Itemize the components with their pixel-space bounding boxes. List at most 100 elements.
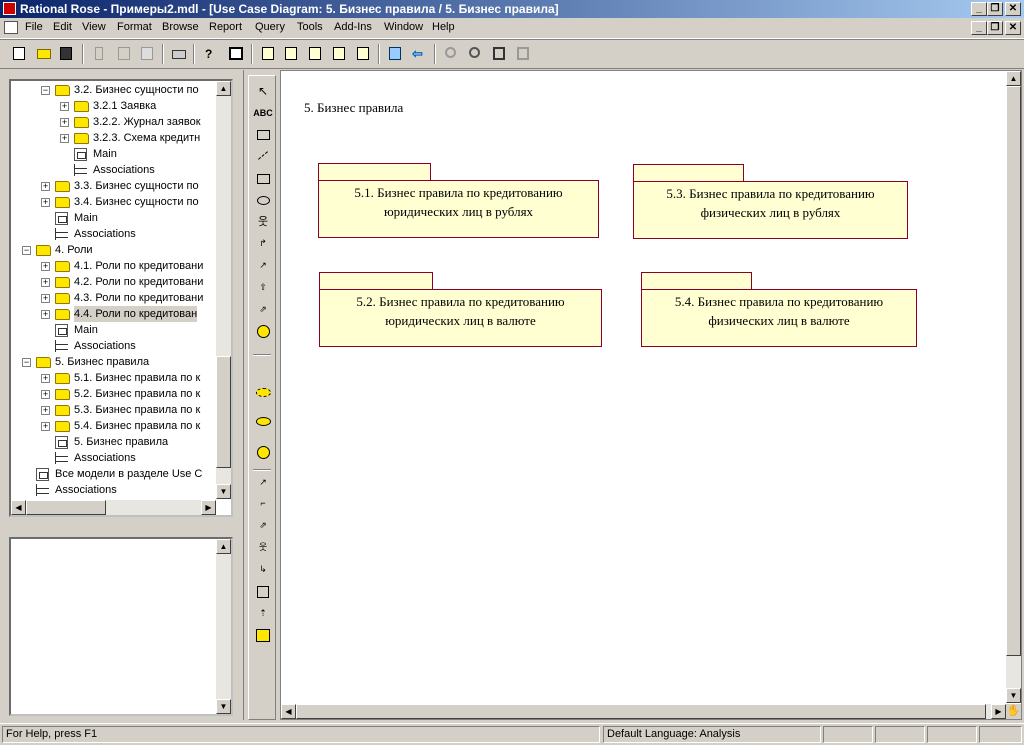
tree-expander-icon[interactable]: + <box>41 262 50 271</box>
canvas-scroll-down-button[interactable]: ▼ <box>1006 688 1021 703</box>
business-entity-tool-icon[interactable] <box>253 626 273 644</box>
tree-expander-icon[interactable]: + <box>41 374 50 383</box>
copy-icon[interactable] <box>114 44 134 64</box>
fit-in-window-icon[interactable] <box>489 44 509 64</box>
package-tool-icon[interactable] <box>253 169 273 187</box>
doc-scroll-down-button[interactable]: ▼ <box>216 699 231 714</box>
canvas-vscroll-thumb[interactable] <box>1006 86 1021 656</box>
scroll-right-button[interactable]: ▶ <box>201 500 216 515</box>
tree-expander-icon[interactable]: + <box>60 134 69 143</box>
canvas-hscroll-thumb[interactable] <box>296 704 986 719</box>
print-icon[interactable] <box>168 44 188 64</box>
include-tool-icon[interactable]: ⇗ <box>253 516 273 534</box>
minimize-button[interactable]: _ <box>971 2 987 16</box>
canvas-horizontal-scrollbar[interactable]: ◀ ▶ <box>281 704 1006 719</box>
dependency-tool-icon[interactable]: ↗ <box>253 256 273 274</box>
browse-interaction-diagram-icon[interactable] <box>281 44 301 64</box>
canvas-scroll-up-button[interactable]: ▲ <box>1006 71 1021 86</box>
save-icon[interactable] <box>56 44 76 64</box>
documentation-pane[interactable]: ▲ ▼ <box>9 537 233 716</box>
view-documentation-icon[interactable] <box>225 44 245 64</box>
business-use-case-realization-tool-icon[interactable] <box>253 412 273 430</box>
actor-tool-icon[interactable]: 웃 <box>253 213 273 231</box>
business-worker-tool-icon[interactable] <box>253 443 273 461</box>
menu-view[interactable]: View <box>82 21 106 33</box>
menu-edit[interactable]: Edit <box>53 21 72 33</box>
tree-expander-icon[interactable]: + <box>41 182 50 191</box>
restore-button[interactable]: ❐ <box>987 2 1003 16</box>
tree-vertical-scrollbar[interactable]: ▲ ▼ <box>216 81 231 499</box>
mdi-restore-button[interactable]: ❐ <box>987 21 1003 35</box>
actor-small-tool-icon[interactable]: 웃 <box>253 538 273 556</box>
mdi-minimize-button[interactable]: _ <box>971 21 987 35</box>
browse-previous-icon[interactable]: ⇦ <box>409 44 429 64</box>
new-icon[interactable] <box>9 44 29 64</box>
menu-query[interactable]: Query <box>255 21 285 33</box>
zoom-in-icon[interactable] <box>441 44 461 64</box>
unidirectional-association-tool-icon[interactable]: ↱ <box>253 234 273 252</box>
tree-expander-icon[interactable]: + <box>41 390 50 399</box>
close-button[interactable]: ✕ <box>1005 2 1021 16</box>
menu-window[interactable]: Window <box>384 21 423 33</box>
tree-expander-icon[interactable]: + <box>60 102 69 111</box>
cut-icon[interactable] <box>89 44 109 64</box>
menu-tools[interactable]: Tools <box>297 21 323 33</box>
mdi-close-button[interactable]: ✕ <box>1005 21 1021 35</box>
tree-expander-icon[interactable]: − <box>22 246 31 255</box>
hscroll-thumb[interactable] <box>26 500 106 515</box>
generalization-tool-icon[interactable]: ⇧ <box>253 278 273 296</box>
tree-expander-icon[interactable]: + <box>60 118 69 127</box>
document-system-menu-icon[interactable] <box>4 21 18 34</box>
selection-tool-icon[interactable]: ↖ <box>253 82 273 100</box>
business-use-case-tool-icon[interactable] <box>253 383 273 401</box>
canvas-scroll-right-button[interactable]: ▶ <box>991 704 1006 719</box>
undo-fit-icon[interactable] <box>513 44 533 64</box>
menu-file[interactable]: File <box>25 21 43 33</box>
browse-parent-icon[interactable] <box>385 44 405 64</box>
diagram-canvas[interactable]: 5. Бизнес правила 5.1. Бизнес правила по… <box>280 70 1022 720</box>
tree-expander-icon[interactable]: + <box>41 310 50 319</box>
doc-scroll-up-button[interactable]: ▲ <box>216 539 231 554</box>
browse-deployment-diagram-icon[interactable] <box>329 44 349 64</box>
aggregation-tool-icon[interactable]: ⌐ <box>253 494 273 512</box>
anchor-note-tool-icon[interactable] <box>253 147 273 165</box>
tree-expander-icon[interactable]: + <box>41 406 50 415</box>
tree-expander-icon[interactable]: + <box>41 198 50 207</box>
tree-horizontal-scrollbar[interactable]: ◀ ▶ <box>11 500 216 515</box>
use-case-tool-icon[interactable] <box>253 191 273 209</box>
tree-expander-icon[interactable]: + <box>41 294 50 303</box>
menu-format[interactable]: Format <box>117 21 152 33</box>
text-tool-icon[interactable]: ABC <box>253 104 273 122</box>
tree-expander-icon[interactable]: − <box>22 358 31 367</box>
browse-class-diagram-icon[interactable] <box>258 44 278 64</box>
paste-icon[interactable] <box>137 44 157 64</box>
canvas-scroll-left-button[interactable]: ◀ <box>281 704 296 719</box>
browse-state-diagram-icon[interactable] <box>353 44 373 64</box>
business-actor-tool-icon[interactable] <box>253 322 273 340</box>
scroll-left-button[interactable]: ◀ <box>11 500 26 515</box>
flow-tool-icon[interactable]: ↳ <box>253 560 273 578</box>
open-icon[interactable] <box>33 44 53 64</box>
tree-expander-icon[interactable]: + <box>41 278 50 287</box>
scroll-down-button[interactable]: ▼ <box>216 484 231 499</box>
doc-vertical-scrollbar[interactable]: ▲ ▼ <box>216 539 231 714</box>
browse-component-diagram-icon[interactable] <box>305 44 325 64</box>
association-tool-icon[interactable]: ↗ <box>253 473 273 491</box>
tree-expander-icon[interactable]: − <box>41 86 50 95</box>
scroll-thumb[interactable] <box>216 356 231 468</box>
menu-report[interactable]: Report <box>209 21 242 33</box>
canvas-vertical-scrollbar[interactable]: ▲ ▼ <box>1006 71 1021 703</box>
note-tool-icon[interactable] <box>253 125 273 143</box>
model-browser-tree[interactable]: − 3.2. Бизнес сущности по +3.2.1 Заявка +3.… <box>9 79 233 517</box>
menu-browse[interactable]: Browse <box>162 21 199 33</box>
realize-tool-icon[interactable]: ⇗ <box>253 300 273 318</box>
extend-tool-icon[interactable]: ⇡ <box>253 604 273 622</box>
rational-rose-app-icon[interactable] <box>3 2 16 15</box>
class-tool-icon[interactable] <box>253 582 273 600</box>
tree-expander-icon[interactable]: + <box>41 422 50 431</box>
scroll-up-button[interactable]: ▲ <box>216 81 231 96</box>
menu-add-ins[interactable]: Add-Ins <box>334 21 372 33</box>
menu-help[interactable]: Help <box>432 21 455 33</box>
context-help-icon[interactable]: ? <box>200 44 220 64</box>
zoom-out-icon[interactable] <box>465 44 485 64</box>
